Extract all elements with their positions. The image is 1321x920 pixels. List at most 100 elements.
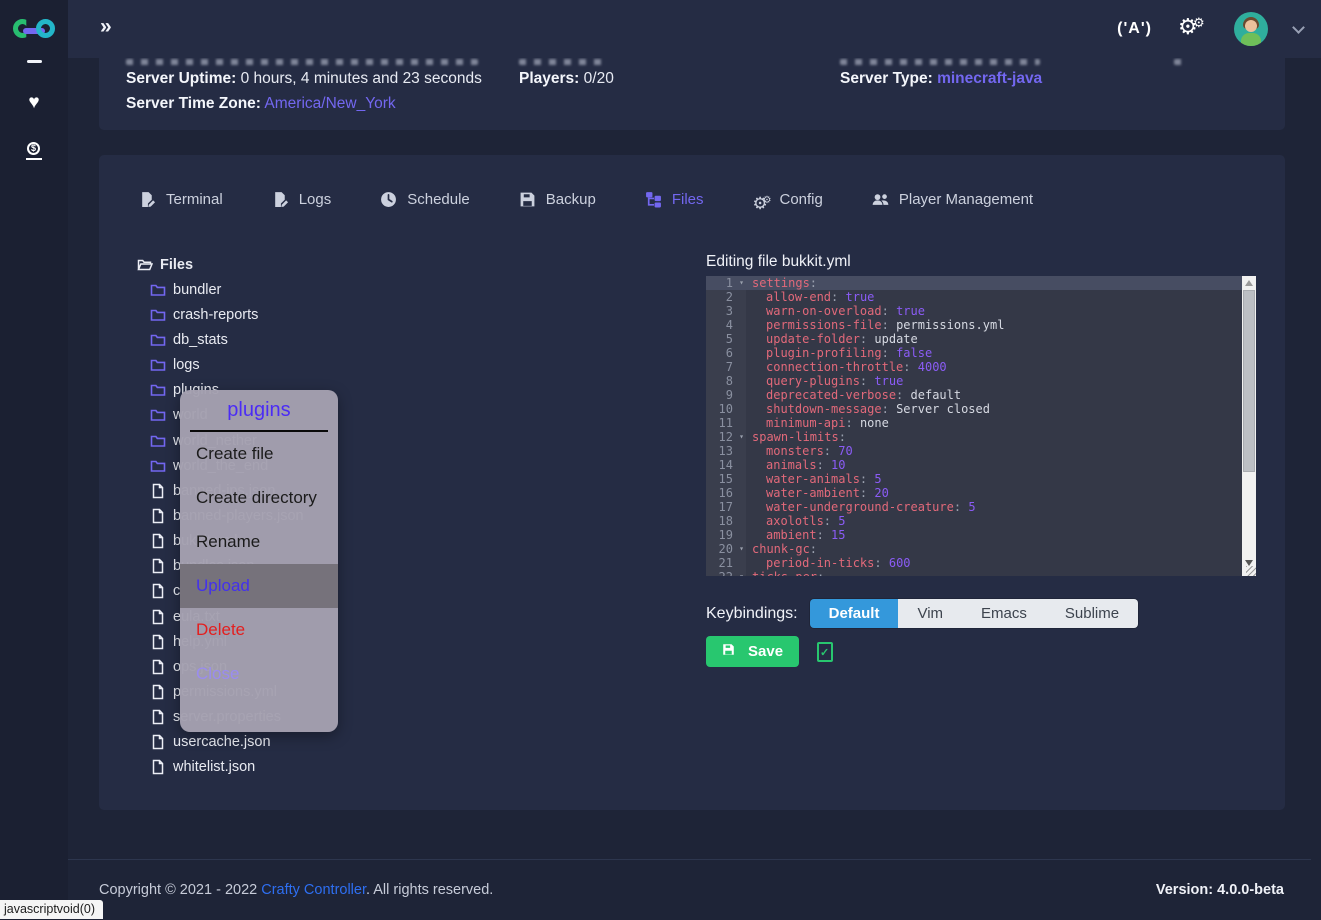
language-icon[interactable]: ('A') [1117, 20, 1152, 38]
tree-root-files[interactable]: Files [137, 252, 304, 277]
server-timezone-value[interactable]: America/New_York [264, 95, 395, 112]
keybinding-vim-button[interactable]: Vim [898, 599, 962, 628]
file-icon [150, 558, 166, 574]
tab-player-management[interactable]: Player Management [872, 191, 1033, 208]
folder-icon [150, 332, 166, 348]
keybindings-label: Keybindings: [706, 605, 798, 623]
users-icon [872, 191, 889, 208]
dashboard-icon[interactable] [27, 60, 42, 63]
code-line-7[interactable]: 7connection-throttle: 4000 [706, 360, 1242, 374]
tree-item-whitelist-json[interactable]: whitelist.json [137, 755, 304, 780]
redacted-text [1174, 59, 1188, 65]
tab-backup[interactable]: Backup [519, 191, 596, 208]
fold-caret-icon[interactable]: ▾ [739, 430, 744, 444]
tab-label: Terminal [166, 191, 223, 208]
context-menu-item-upload[interactable]: Upload [180, 564, 338, 608]
status-tooltip: javascriptvoid(0) [0, 900, 103, 919]
file-icon [150, 659, 166, 675]
file-icon [150, 583, 166, 599]
code-line-2[interactable]: 2allow-end: true [706, 290, 1242, 304]
tree-item-usercache-json[interactable]: usercache.json [137, 730, 304, 755]
tree-item-bundler[interactable]: bundler [137, 277, 304, 302]
code-line-22[interactable]: 22▾ticks-per: [706, 570, 1242, 576]
keybinding-emacs-button[interactable]: Emacs [962, 599, 1046, 628]
context-menu-item-rename[interactable]: Rename [180, 520, 338, 564]
code-line-12[interactable]: 12▾spawn-limits: [706, 430, 1242, 444]
code-line-11[interactable]: 11minimum-api: none [706, 416, 1242, 430]
server-uptime-label: Server Uptime: [126, 70, 236, 87]
keybindings-group: DefaultVimEmacsSublime [810, 599, 1138, 628]
redacted-text [126, 59, 478, 65]
scroll-up-icon[interactable] [1245, 280, 1253, 286]
chevron-down-icon[interactable] [1292, 21, 1305, 34]
context-menu-item-create-file[interactable]: Create file [180, 432, 338, 476]
heart-icon[interactable]: ♥ [28, 93, 39, 112]
code-line-15[interactable]: 15water-animals: 5 [706, 472, 1242, 486]
fold-caret-icon[interactable]: ▾ [739, 542, 744, 556]
save-button[interactable]: Save [706, 636, 799, 667]
tree-item-logs[interactable]: logs [137, 353, 304, 378]
settings-gears-icon[interactable]: ⚙⚙ [1178, 16, 1208, 42]
scrollbar-thumb[interactable] [1243, 290, 1255, 472]
tree-item-db-stats[interactable]: db_stats [137, 327, 304, 352]
editor-title: Editing file bukkit.yml [706, 253, 851, 271]
code-line-14[interactable]: 14animals: 10 [706, 458, 1242, 472]
code-line-6[interactable]: 6plugin-profiling: false [706, 346, 1242, 360]
code-line-19[interactable]: 19ambient: 15 [706, 528, 1242, 542]
context-menu-item-create-directory[interactable]: Create directory [180, 476, 338, 520]
context-menu-item-delete[interactable]: Delete [180, 608, 338, 652]
code-line-5[interactable]: 5update-folder: update [706, 332, 1242, 346]
code-editor[interactable]: 1▾settings:2allow-end: true3warn-on-over… [706, 276, 1256, 576]
folder-icon [150, 458, 166, 474]
code-line-21[interactable]: 21period-in-ticks: 600 [706, 556, 1242, 570]
folder-icon [150, 407, 166, 423]
file-icon [150, 533, 166, 549]
tab-label: Schedule [407, 191, 470, 208]
code-line-17[interactable]: 17water-underground-creature: 5 [706, 500, 1242, 514]
tree-item-label: logs [173, 357, 200, 373]
context-menu-item-close[interactable]: Close [180, 652, 338, 696]
sidebar-nav: ♥ $ [0, 56, 68, 160]
crafty-controller-app: Server Uptime: 0 hours, 4 minutes and 23… [0, 0, 1321, 920]
donate-icon[interactable]: $ [25, 142, 43, 160]
floppy-icon [519, 191, 536, 208]
players-count: Players: 0/20 [519, 70, 614, 88]
keybinding-default-button[interactable]: Default [810, 599, 899, 628]
tree-item-crash-reports[interactable]: crash-reports [137, 302, 304, 327]
fold-caret-icon[interactable]: ▾ [739, 276, 744, 290]
file-icon [150, 709, 166, 725]
code-line-3[interactable]: 3warn-on-overload: true [706, 304, 1242, 318]
tab-logs[interactable]: Logs [272, 191, 332, 208]
code-line-13[interactable]: 13monsters: 70 [706, 444, 1242, 458]
editor-lines: 1▾settings:2allow-end: true3warn-on-over… [706, 276, 1242, 576]
tab-terminal[interactable]: Terminal [139, 191, 223, 208]
code-line-16[interactable]: 16water-ambient: 20 [706, 486, 1242, 500]
crafty-logo-icon[interactable] [13, 15, 55, 43]
file-context-menu: plugins Create fileCreate directoryRenam… [180, 390, 338, 732]
avatar[interactable] [1234, 12, 1268, 46]
code-line-20[interactable]: 20▾chunk-gc: [706, 542, 1242, 556]
crafty-controller-link[interactable]: Crafty Controller [261, 882, 366, 898]
file-icon [150, 734, 166, 750]
server-type-value[interactable]: minecraft-java [937, 70, 1042, 87]
file-icon [150, 508, 166, 524]
file-check-icon[interactable] [817, 642, 833, 662]
code-line-1[interactable]: 1▾settings: [706, 276, 1242, 290]
keybinding-sublime-button[interactable]: Sublime [1046, 599, 1138, 628]
editor-scrollbar[interactable] [1242, 276, 1256, 576]
code-line-8[interactable]: 8query-plugins: true [706, 374, 1242, 388]
tab-config[interactable]: ⚙⚙Config [753, 191, 823, 208]
server-uptime-value: 0 hours, 4 minutes and 23 seconds [241, 70, 482, 87]
tab-files[interactable]: Files [645, 191, 704, 208]
fold-caret-icon[interactable]: ▾ [739, 570, 744, 576]
resize-grip-icon[interactable] [1246, 566, 1256, 576]
tab-schedule[interactable]: Schedule [380, 191, 470, 208]
code-line-9[interactable]: 9deprecated-verbose: default [706, 388, 1242, 402]
code-line-18[interactable]: 18axolotls: 5 [706, 514, 1242, 528]
folder-icon [150, 382, 166, 398]
code-line-4[interactable]: 4permissions-file: permissions.yml [706, 318, 1242, 332]
top-navbar: » ('A') ⚙⚙ [0, 0, 1321, 58]
file-icon [150, 759, 166, 775]
code-line-10[interactable]: 10shutdown-message: Server closed [706, 402, 1242, 416]
sidebar-collapse-icon[interactable]: » [100, 15, 112, 39]
